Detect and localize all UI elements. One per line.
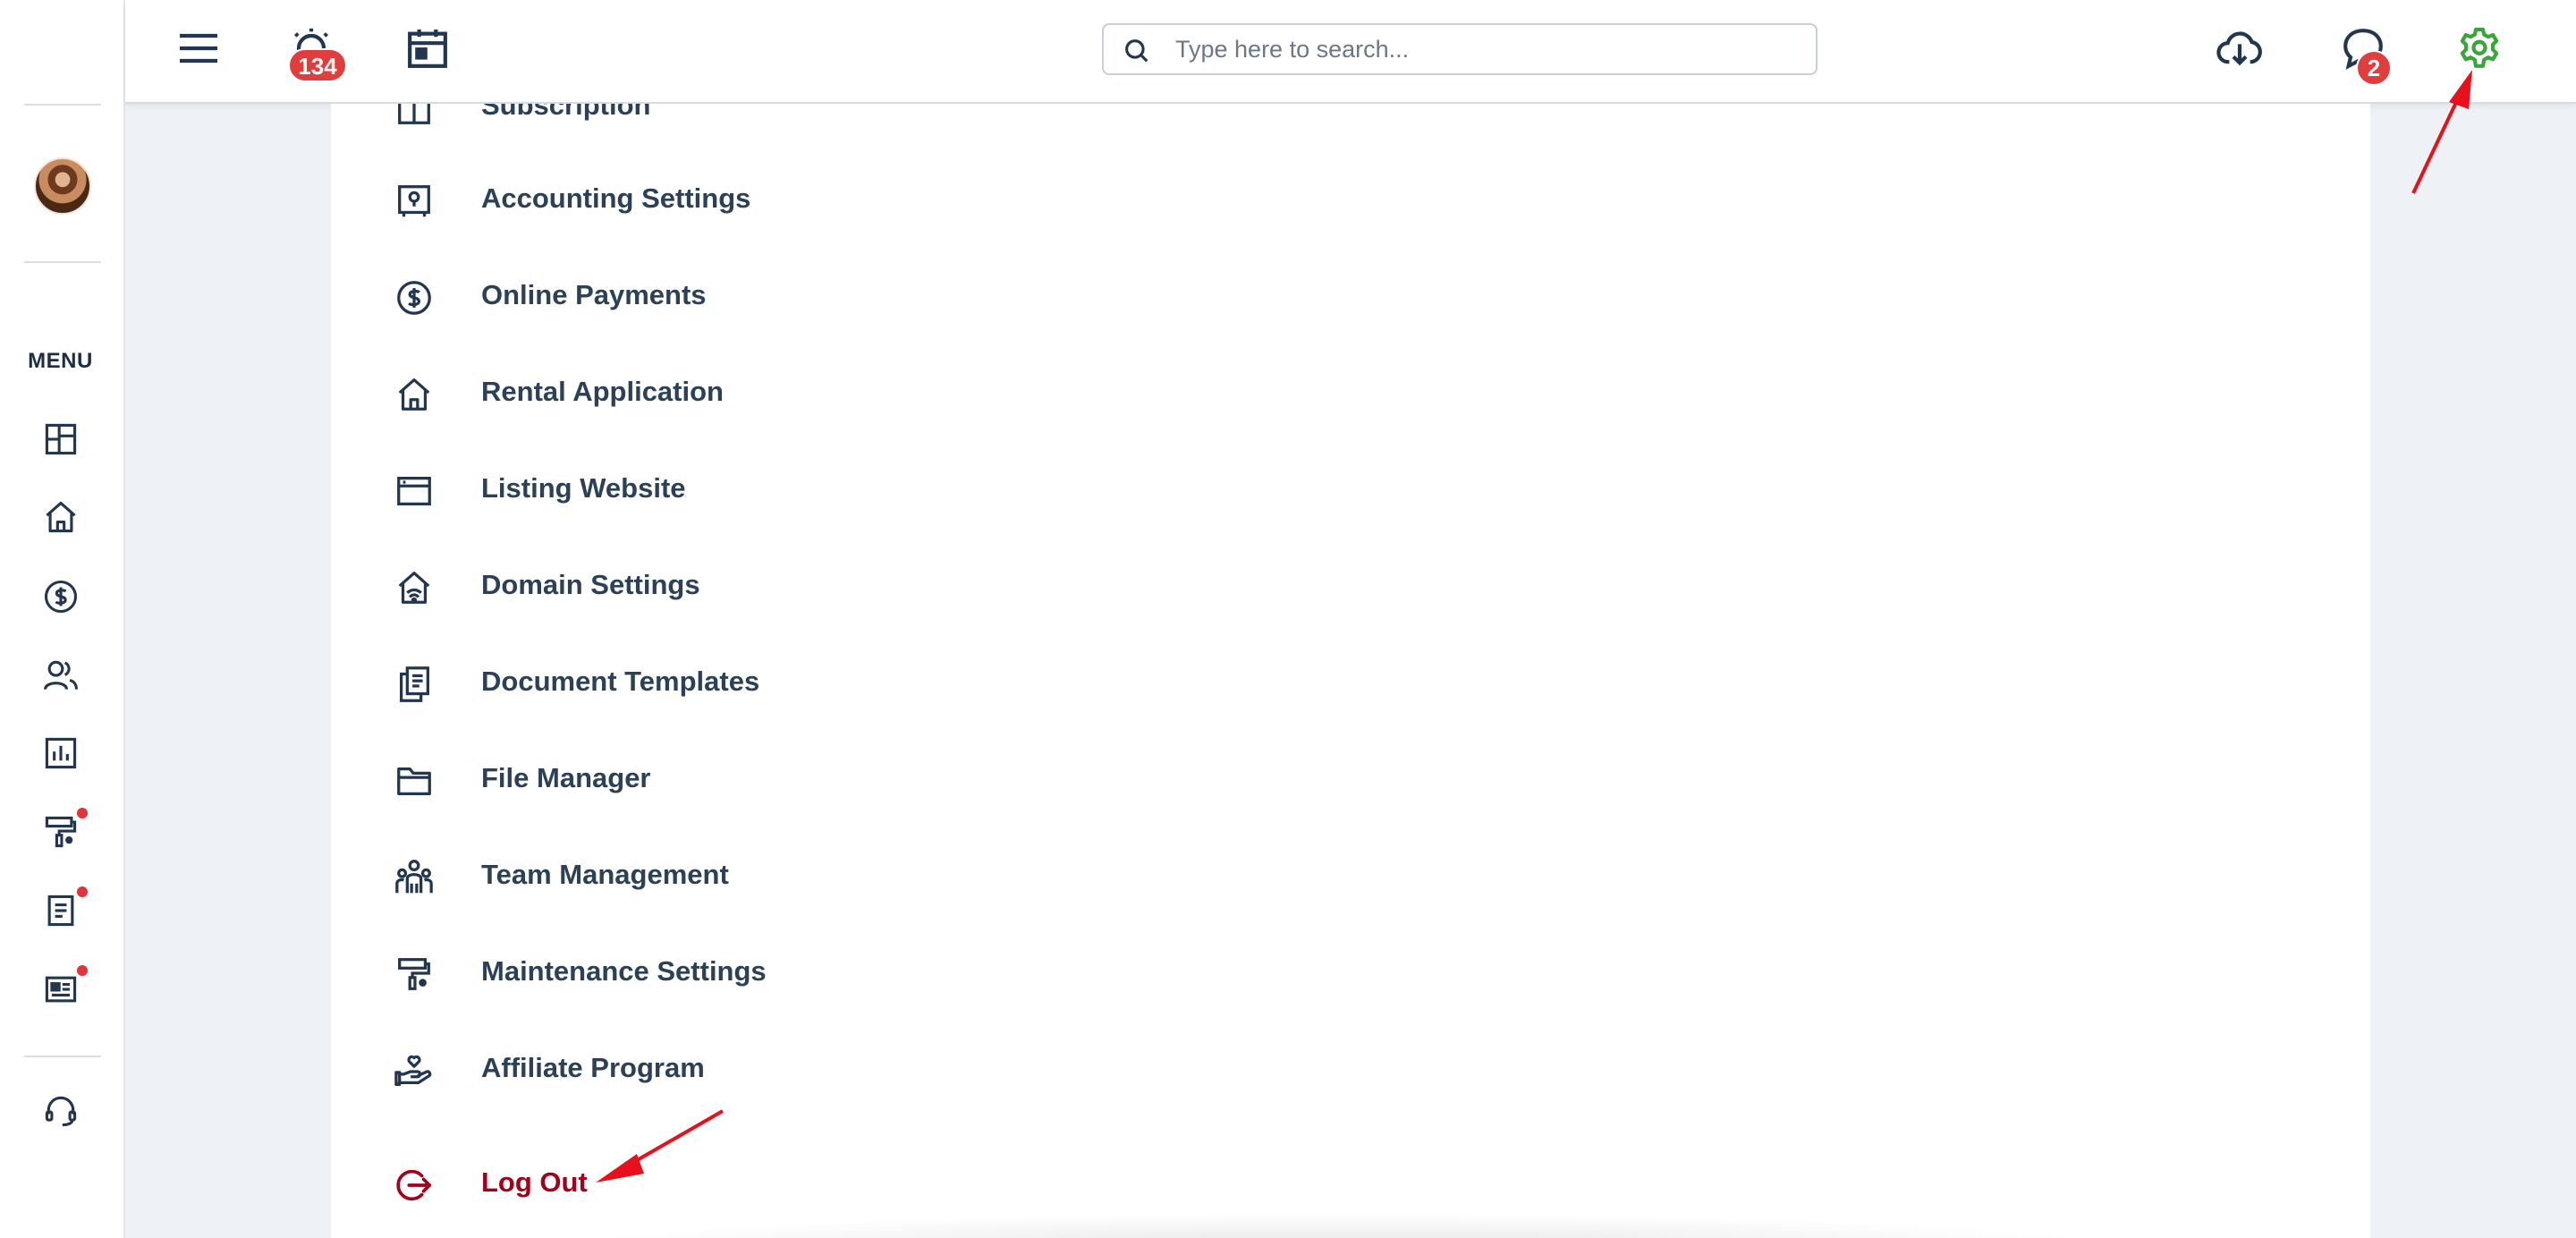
news-icon[interactable] (41, 970, 80, 1009)
menu-item-label: Subscription (481, 104, 651, 121)
divider (24, 1056, 101, 1057)
divider (24, 261, 101, 263)
home-wifi-icon (394, 567, 435, 608)
menu-item-online-payments[interactable]: Online Payments (331, 261, 957, 333)
users-icon[interactable] (41, 656, 80, 695)
menu-item-label: Rental Application (481, 376, 724, 407)
browser-icon (394, 471, 435, 512)
paint-roller-icon[interactable] (41, 812, 80, 852)
home-icon[interactable] (41, 497, 80, 537)
search-icon (1122, 36, 1152, 66)
report-icon[interactable] (41, 733, 80, 773)
logout-icon (394, 1165, 435, 1206)
menu-item-label: Online Payments (481, 279, 707, 310)
menu-item-file-manager[interactable]: File Manager (331, 744, 957, 816)
search-bar[interactable] (1102, 23, 1818, 75)
menu-item-subscription[interactable]: Subscription (331, 104, 957, 143)
notification-dot (77, 808, 88, 818)
safe-icon (394, 181, 435, 222)
folder-icon (394, 760, 435, 801)
menu-item-label: Maintenance Settings (481, 955, 767, 987)
annotation-arrow (596, 1109, 724, 1183)
menu-item-accounting-settings[interactable]: Accounting Settings (331, 165, 957, 236)
menu-item-label: Listing Website (481, 472, 686, 504)
hamburger-menu-icon[interactable] (174, 23, 224, 73)
chat-count-badge: 2 (2356, 50, 2392, 86)
menu-item-label: Document Templates (481, 666, 760, 697)
menu-label: MENU (28, 349, 93, 373)
menu-item-domain-settings[interactable]: Domain Settings (331, 551, 957, 623)
left-sidebar: MENU (0, 0, 125, 1238)
menu-item-label: Team Management (481, 859, 729, 890)
alarm-count-badge: 134 (288, 48, 347, 82)
subscription-icon (394, 104, 435, 129)
documents-icon (394, 664, 435, 705)
scroll-shadow (537, 1213, 2147, 1238)
dollar-icon[interactable] (41, 577, 80, 616)
calendar-icon[interactable] (402, 23, 453, 73)
menu-item-label: Domain Settings (481, 569, 700, 600)
menu-item-label: Affiliate Program (481, 1052, 705, 1083)
notification-dot (77, 886, 88, 897)
cloud-download-icon[interactable] (2215, 23, 2265, 73)
dashboard-icon[interactable] (41, 420, 80, 459)
menu-item-team-management[interactable]: Team Management (331, 841, 957, 912)
menu-item-document-templates[interactable]: Document Templates (331, 648, 957, 719)
settings-panel: Subscription Accounting Settings Online … (331, 104, 2370, 1238)
menu-item-maintenance-settings[interactable]: Maintenance Settings (331, 937, 957, 1009)
menu-item-label: Log Out (481, 1166, 588, 1198)
menu-item-label: Accounting Settings (481, 182, 751, 214)
hand-heart-icon (394, 1050, 435, 1091)
menu-item-affiliate-program[interactable]: Affiliate Program (331, 1034, 957, 1106)
top-bar: 134 2 (125, 0, 2576, 104)
document-icon[interactable] (41, 891, 80, 930)
home-icon (394, 374, 435, 415)
annotation-arrow (2411, 70, 2472, 194)
dollar-icon (394, 277, 435, 318)
menu-item-listing-website[interactable]: Listing Website (331, 454, 957, 526)
avatar[interactable] (34, 157, 91, 215)
menu-item-rental-application[interactable]: Rental Application (331, 358, 957, 429)
team-icon (394, 857, 435, 898)
notification-dot (77, 965, 88, 976)
menu-item-label: File Manager (481, 762, 651, 793)
paint-roller-icon (394, 954, 435, 995)
search-input[interactable] (1175, 32, 1801, 66)
headset-icon[interactable] (41, 1091, 80, 1131)
divider (24, 104, 101, 106)
